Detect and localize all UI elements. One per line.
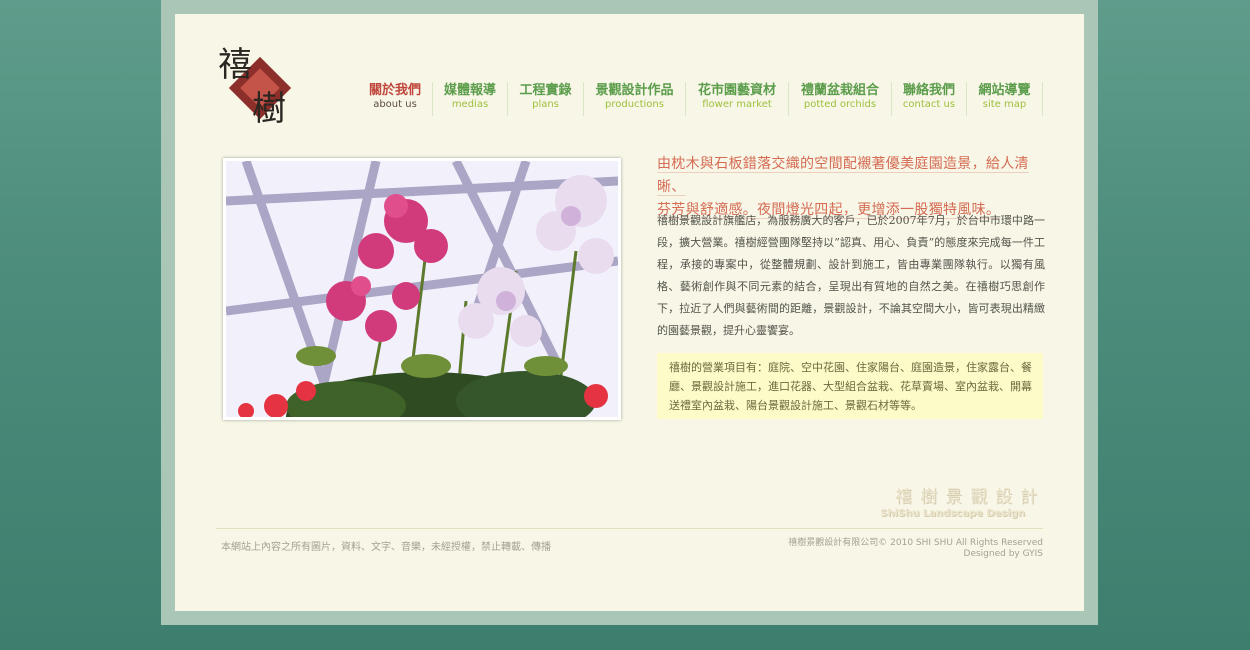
nav-label-en: site map — [982, 99, 1027, 110]
nav-label-en: potted orchids — [803, 99, 877, 110]
nav-about-us[interactable]: 關於我們 about us — [358, 82, 433, 116]
site-logo[interactable]: 禧 樹 — [210, 40, 305, 130]
copyright-notice: 本網站上內容之所有圖片，資料、文字、音樂，未經授權，禁止轉載、傳播 — [221, 542, 551, 553]
nav-plans[interactable]: 工程實錄 plans — [508, 82, 584, 116]
nav-label-en: plans — [532, 99, 559, 110]
company-copyright: 禧樹景觀設計有限公司© 2010 SHI SHU All Rights Rese… — [788, 538, 1043, 548]
footer-credits: 禧樹景觀設計有限公司© 2010 SHI SHU All Rights Rese… — [760, 538, 1043, 560]
logo-glyph-bottom: 樹 — [252, 89, 286, 129]
headline-line-1: 由枕木與石板錯落交織的空間配襯著優美庭園造景，給人清晰、 — [657, 156, 1029, 196]
nav-label-zh: 媒體報導 — [443, 83, 496, 98]
nav-label-en: productions — [605, 99, 664, 110]
logo-glyph-top: 禧 — [218, 45, 252, 85]
brand-mark-zh: 禧樹景觀設計 — [895, 487, 1045, 507]
nav-label-zh: 景觀設計作品 — [595, 83, 674, 98]
nav-label-en: contact us — [902, 99, 956, 110]
brand-mark: 禧樹景觀設計 ShiShu Landscape Design — [880, 487, 1045, 523]
nav-label-en: about us — [373, 99, 417, 110]
services-box: 禧樹的營業項目有：庭院、空中花園、住家陽台、庭園造景，住家露台、餐廳、景觀設計施… — [657, 353, 1043, 419]
nav-label-zh: 聯絡我們 — [902, 83, 955, 98]
nav-label-zh: 網站導覽 — [978, 83, 1031, 98]
designer-credit[interactable]: Designed by GYIS — [760, 549, 1043, 560]
nav-contact-us[interactable]: 聯絡我們 contact us — [892, 82, 967, 116]
nav-label-zh: 禮蘭盆栽組合 — [800, 83, 879, 98]
main-nav: 關於我們 about us 媒體報導 medias 工程實錄 plans 景觀設… — [358, 82, 1043, 118]
nav-site-map[interactable]: 網站導覽 site map — [967, 82, 1043, 116]
about-paragraph: 禧樹景觀設計旗艦店，為服務廣大的客戶，已於2007年7月，於台中市環中路一段，擴… — [657, 214, 1045, 337]
nav-flower-market[interactable]: 花市園藝資材 flower market — [686, 82, 789, 116]
footer-divider — [216, 528, 1043, 529]
photo-image — [226, 161, 618, 417]
geranium-photo — [223, 158, 621, 420]
brand-mark-en: ShiShu Landscape Design — [880, 508, 1025, 519]
nav-label-zh: 關於我們 — [368, 83, 421, 98]
nav-potted-orchids[interactable]: 禮蘭盆栽組合 potted orchids — [789, 82, 892, 116]
nav-label-en: medias — [451, 99, 489, 110]
logo-graphic: 禧 樹 — [218, 45, 292, 129]
nav-label-zh: 花市園藝資材 — [697, 83, 776, 98]
nav-medias[interactable]: 媒體報導 medias — [433, 82, 508, 116]
nav-productions[interactable]: 景觀設計作品 productions — [584, 82, 686, 116]
nav-label-en: flower market — [702, 99, 772, 110]
nav-label-zh: 工程實錄 — [519, 83, 572, 98]
